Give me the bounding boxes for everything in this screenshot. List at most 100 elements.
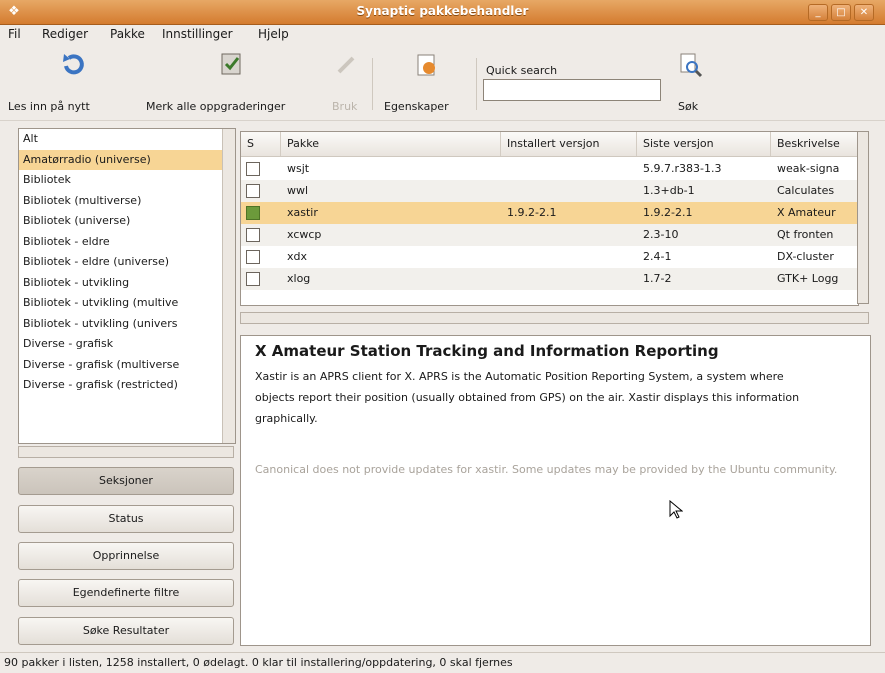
latest-version-cell: 2.4-1 xyxy=(643,250,672,263)
section-item[interactable]: Alt xyxy=(19,129,235,150)
status-checkbox[interactable] xyxy=(246,206,260,220)
section-list-scrollbar[interactable] xyxy=(222,129,235,443)
latest-version-cell: 2.3-10 xyxy=(643,228,679,241)
package-name-cell: xcwcp xyxy=(287,228,322,241)
status-checkbox[interactable] xyxy=(246,228,260,242)
reload-button[interactable]: Les inn på nytt xyxy=(4,50,142,113)
properties-label: Egenskaper xyxy=(384,100,449,113)
section-list-hscrollbar[interactable] xyxy=(18,446,234,458)
apply-button[interactable]: Bruk xyxy=(328,50,364,113)
menu-file[interactable]: Fil xyxy=(8,27,21,41)
mark-all-upgrades-button[interactable]: Merk alle oppgraderinger xyxy=(146,50,322,113)
section-list: Alt Amatørradio (universe) Bibliotek Biblio… xyxy=(18,128,236,444)
menu-package[interactable]: Pakke xyxy=(110,27,145,41)
description-cell: Calculates xyxy=(777,184,835,197)
section-item[interactable]: Diverse - grafisk (restricted) xyxy=(19,375,235,396)
minimize-icon[interactable]: _ xyxy=(808,4,828,21)
toolbar-separator xyxy=(372,58,373,110)
table-header: S Pakke Installert versjon Siste versjon… xyxy=(241,132,858,157)
toolbar: Les inn på nytt Merk alle oppgraderinger… xyxy=(0,44,885,121)
description-cell: X Amateur xyxy=(777,206,836,219)
section-item[interactable]: Amatørradio (universe) xyxy=(19,149,235,170)
upgrade-label: Merk alle oppgraderinger xyxy=(146,100,286,113)
search-label: Søk xyxy=(678,100,699,113)
column-latest-version[interactable]: Siste versjon xyxy=(637,132,771,156)
toolbar-separator xyxy=(476,58,477,110)
mouse-pointer-icon xyxy=(669,500,683,519)
package-details: X Amateur Station Tracking and Informati… xyxy=(240,335,871,646)
description-cell: DX-cluster xyxy=(777,250,834,263)
section-item[interactable]: Bibliotek - utvikling xyxy=(19,273,235,294)
properties-icon xyxy=(411,50,441,80)
column-description[interactable]: Beskrivelse xyxy=(771,132,858,156)
description-cell: GTK+ Logg xyxy=(777,272,839,285)
section-item[interactable]: Bibliotek - utvikling (multive xyxy=(19,293,235,314)
search-button[interactable]: Søk xyxy=(672,50,708,113)
package-table-scrollbar[interactable] xyxy=(857,131,869,304)
origin-button[interactable]: Opprinnelse xyxy=(18,542,234,570)
latest-version-cell: 1.3+db-1 xyxy=(643,184,695,197)
properties-button[interactable]: Egenskaper xyxy=(380,50,472,113)
status-bar: 90 pakker i listen, 1258 installert, 0 ø… xyxy=(0,652,885,673)
package-details-body: Xastir is an APRS client for X. APRS is … xyxy=(255,370,800,425)
installed-version-cell xyxy=(501,224,637,246)
custom-filters-button[interactable]: Egendefinerte filtre xyxy=(18,579,234,607)
section-item[interactable]: Diverse - grafisk (multiverse xyxy=(19,355,235,376)
section-item[interactable]: Bibliotek - eldre (universe) xyxy=(19,252,235,273)
package-details-title: X Amateur Station Tracking and Informati… xyxy=(255,342,719,360)
package-table-hscrollbar[interactable] xyxy=(240,312,869,324)
section-item[interactable]: Bibliotek (universe) xyxy=(19,211,235,232)
status-checkbox[interactable] xyxy=(246,184,260,198)
status-checkbox[interactable] xyxy=(246,162,260,176)
description-cell: Qt fronten xyxy=(777,228,834,241)
installed-version-cell xyxy=(501,246,637,268)
sections-button[interactable]: Seksjoner xyxy=(18,467,234,495)
quick-search-input[interactable] xyxy=(483,79,661,101)
reload-label: Les inn på nytt xyxy=(8,100,90,113)
installed-version-cell xyxy=(501,268,637,290)
latest-version-cell: 1.7-2 xyxy=(643,272,672,285)
upgrade-icon xyxy=(216,50,246,80)
package-name-cell: wwl xyxy=(287,184,309,197)
menu-settings[interactable]: Innstillinger xyxy=(162,27,233,41)
package-details-note: Canonical does not provide updates for x… xyxy=(255,463,838,476)
section-item[interactable]: Diverse - grafisk xyxy=(19,334,235,355)
status-checkbox[interactable] xyxy=(246,250,260,264)
table-row[interactable]: xdx 2.4-1 DX-cluster xyxy=(241,246,858,268)
quick-search-label: Quick search xyxy=(486,64,558,77)
table-row[interactable]: wsjt 5.9.7.r383-1.3 weak-signa xyxy=(241,158,858,180)
column-package[interactable]: Pakke xyxy=(281,132,501,156)
status-checkbox[interactable] xyxy=(246,272,260,286)
menu-bar: Fil Rediger Pakke Innstillinger Hjelp xyxy=(0,24,885,44)
apply-icon xyxy=(331,50,361,80)
menu-help[interactable]: Hjelp xyxy=(258,27,289,41)
maximize-icon[interactable]: □ xyxy=(831,4,851,21)
latest-version-cell: 1.9.2-2.1 xyxy=(643,206,693,219)
search-icon xyxy=(675,50,705,80)
table-row[interactable]: xlog 1.7-2 GTK+ Logg xyxy=(241,268,858,290)
section-item[interactable]: Bibliotek - eldre xyxy=(19,232,235,253)
package-table: S Pakke Installert versjon Siste versjon… xyxy=(240,131,859,306)
window-title: Synaptic pakkebehandler xyxy=(356,4,529,18)
table-row[interactable]: wwl 1.3+db-1 Calculates xyxy=(241,180,858,202)
package-name-cell: xdx xyxy=(287,250,308,263)
column-status[interactable]: S xyxy=(241,132,281,156)
column-installed-version[interactable]: Installert versjon xyxy=(501,132,637,156)
package-name-cell: xastir xyxy=(287,206,318,219)
apply-label: Bruk xyxy=(332,100,358,113)
package-name-cell: wsjt xyxy=(287,162,310,175)
section-item[interactable]: Bibliotek - utvikling (univers xyxy=(19,314,235,335)
search-results-button[interactable]: Søke Resultater xyxy=(18,617,234,645)
table-row[interactable]: xcwcp 2.3-10 Qt fronten xyxy=(241,224,858,246)
menu-edit[interactable]: Rediger xyxy=(42,27,88,41)
status-button[interactable]: Status xyxy=(18,505,234,533)
section-item[interactable]: Bibliotek xyxy=(19,170,235,191)
table-row[interactable]: xastir 1.9.2-2.1 1.9.2-2.1 X Amateur xyxy=(241,202,858,224)
section-item[interactable]: Bibliotek (multiverse) xyxy=(19,191,235,212)
installed-version-cell: 1.9.2-2.1 xyxy=(507,206,557,219)
installed-version-cell xyxy=(501,180,637,202)
close-icon[interactable]: ✕ xyxy=(854,4,874,21)
installed-version-cell xyxy=(501,158,637,180)
title-bar: ❖ Synaptic pakkebehandler _ □ ✕ xyxy=(0,0,885,25)
description-cell: weak-signa xyxy=(777,162,840,175)
